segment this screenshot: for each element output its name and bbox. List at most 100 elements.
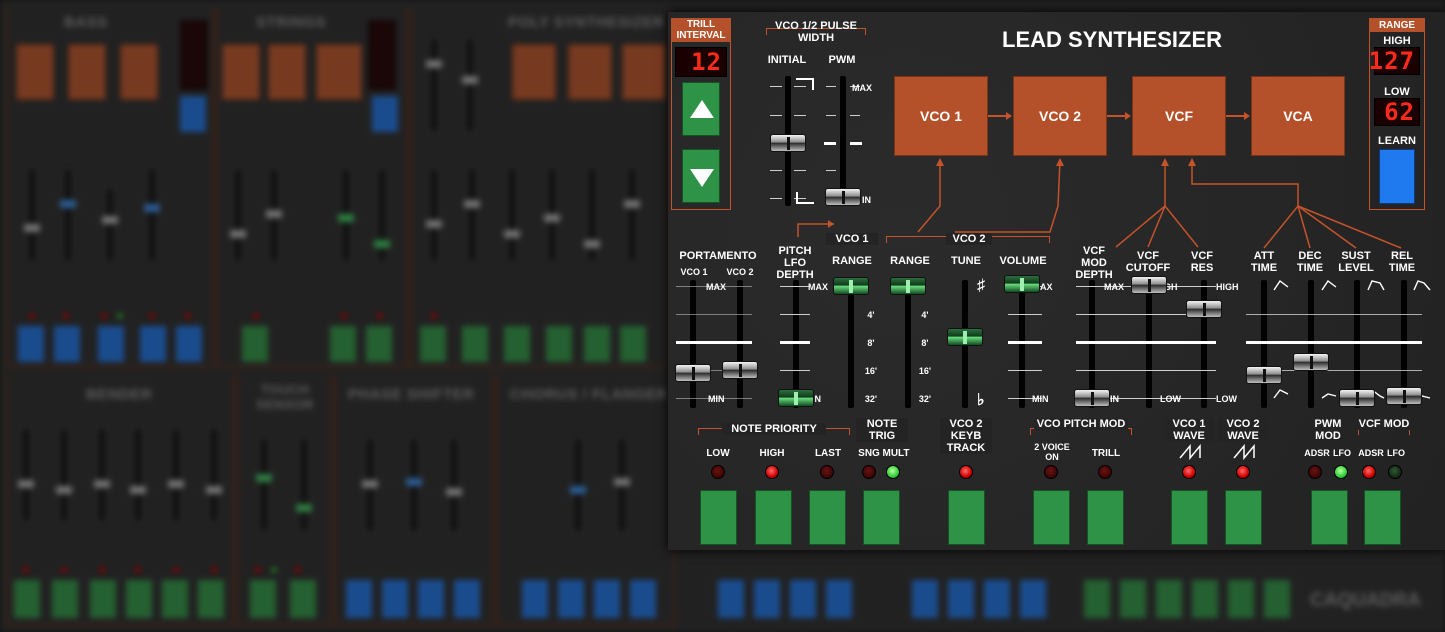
modulation-lines bbox=[797, 158, 1402, 249]
touch-header: TOUCH SENSOR bbox=[256, 382, 314, 412]
portamento-vco1-label: VCO 1 bbox=[680, 267, 708, 277]
pitch-trill-button[interactable] bbox=[1087, 490, 1124, 545]
dec-time-slider[interactable] bbox=[1293, 353, 1329, 371]
chorus-header: CHORUS / FLANGER bbox=[510, 386, 668, 403]
vco1-4ft-mark: 4' bbox=[867, 310, 875, 320]
res-low-mark: LOW bbox=[1216, 394, 1237, 404]
vcf-mod-depth-label: VCF MOD DEPTH bbox=[1075, 245, 1113, 281]
priority-last-led bbox=[820, 465, 834, 479]
caquadra-logo: CAQUADRA bbox=[1310, 590, 1421, 611]
volume-slider[interactable] bbox=[1004, 275, 1040, 293]
vcfmod-lfo-label: LFO bbox=[1387, 448, 1405, 458]
flat-icon: ♭ bbox=[977, 392, 985, 409]
two-voice-led bbox=[1044, 465, 1058, 479]
keyb-track-led bbox=[959, 465, 973, 479]
note-trig-mult-led bbox=[886, 465, 900, 479]
note-trig-button[interactable] bbox=[863, 490, 900, 545]
bg-orange-button bbox=[222, 44, 260, 100]
rel-time-slider[interactable] bbox=[1386, 387, 1422, 405]
vco1-wave-label: VCO 1 WAVE bbox=[1164, 418, 1214, 442]
portamento-label: PORTAMENTO bbox=[679, 250, 757, 262]
pwm-mod-label: PWM MOD bbox=[1302, 418, 1354, 442]
vcf-cutoff-label: VCF CUTOFF bbox=[1125, 250, 1171, 274]
bg-orange-button bbox=[120, 44, 158, 100]
bg-blue-button bbox=[372, 96, 398, 132]
res-high-mark: HIGH bbox=[1216, 282, 1239, 292]
att-time-label: ATT TIME bbox=[1250, 250, 1278, 274]
porta-min-mark: MIN bbox=[708, 394, 725, 404]
pwm-lfo-led bbox=[1334, 465, 1348, 479]
vco2-range-label: RANGE bbox=[890, 255, 930, 267]
pitch-lfo-depth-slider[interactable] bbox=[778, 389, 814, 407]
portamento-vco2-slider[interactable] bbox=[722, 361, 758, 379]
pwm-mod-button[interactable] bbox=[1311, 490, 1348, 545]
vco1-group-label: VCO 1 bbox=[826, 233, 878, 245]
vco2-wave-button[interactable] bbox=[1225, 490, 1262, 545]
portamento-vco1-slider[interactable] bbox=[675, 364, 711, 382]
vcf-mod-button[interactable] bbox=[1364, 490, 1401, 545]
vcfmod-adsr-led bbox=[1362, 465, 1376, 479]
vco2-tune-label: TUNE bbox=[951, 255, 981, 267]
vco2-tune-slider[interactable] bbox=[947, 328, 983, 346]
priority-high-label: HIGH bbox=[759, 448, 785, 459]
vco-pitch-mod-label: VCO PITCH MOD bbox=[1034, 418, 1128, 430]
pwm-adsr-label: ADSR bbox=[1304, 448, 1330, 458]
priority-low-button[interactable] bbox=[700, 490, 737, 545]
vco1-range-slider[interactable] bbox=[833, 277, 869, 295]
priority-low-label: LOW bbox=[706, 448, 730, 459]
porta-max-mark: MAX bbox=[706, 282, 726, 292]
vco2-wave-led bbox=[1236, 465, 1250, 479]
dec-time-label: DEC TIME bbox=[1296, 250, 1324, 274]
vcfmod-max-mark: MAX bbox=[1104, 282, 1124, 292]
bg-orange-button bbox=[316, 44, 362, 100]
vco1-16ft-mark: 16' bbox=[864, 366, 878, 376]
sust-level-label: SUST LEVEL bbox=[1338, 250, 1374, 274]
lead-synth-panel: LEAD SYNTHESIZER TRILL INTERVAL 12 RANGE… bbox=[668, 12, 1445, 550]
vco2-group-label: VCO 2 bbox=[946, 233, 992, 245]
bg-blue-button bbox=[180, 96, 206, 132]
pitch-trill-led bbox=[1098, 465, 1112, 479]
bg-orange-button bbox=[512, 44, 556, 100]
portamento-vco2-label: VCO 2 bbox=[726, 267, 754, 277]
strings-header: STRINGS bbox=[256, 14, 327, 31]
vco1-range-label: RANGE bbox=[832, 255, 872, 267]
phase-header: PHASE SHIFTER bbox=[348, 386, 475, 403]
pwm-lfo-label: LFO bbox=[1333, 448, 1351, 458]
keyb-track-button[interactable] bbox=[948, 490, 985, 545]
bg-display bbox=[368, 20, 396, 90]
priority-last-button[interactable] bbox=[809, 490, 846, 545]
bg-display bbox=[180, 20, 208, 90]
vco2-keyb-track-label: VCO 2 KEYB TRACK bbox=[940, 418, 992, 454]
vcfmod-adsr-label: ADSR bbox=[1358, 448, 1384, 458]
vco2-8ft-mark: 8' bbox=[921, 338, 929, 348]
note-trig-label: NOTE TRIG bbox=[856, 418, 908, 442]
sharp-icon: ♯ bbox=[977, 277, 985, 294]
vco1-wave-led bbox=[1182, 465, 1196, 479]
sust-level-slider[interactable] bbox=[1339, 389, 1375, 407]
vco2-range-slider[interactable] bbox=[890, 277, 926, 295]
vco1-32ft-mark: 32' bbox=[864, 394, 878, 404]
vcf-cutoff-slider[interactable] bbox=[1131, 276, 1167, 294]
bg-orange-button bbox=[68, 44, 106, 100]
bass-header: BASS bbox=[64, 14, 108, 31]
vco2-32ft-mark: 32' bbox=[918, 394, 932, 404]
vcf-mod-depth-slider[interactable] bbox=[1074, 389, 1110, 407]
bender-header: BENDER bbox=[86, 386, 153, 403]
vco1-wave-button[interactable] bbox=[1171, 490, 1208, 545]
priority-last-label: LAST bbox=[814, 448, 842, 459]
priority-high-led bbox=[765, 465, 779, 479]
two-voice-button[interactable] bbox=[1033, 490, 1070, 545]
volume-label: VOLUME bbox=[999, 255, 1047, 267]
pitch-lfo-max-mark: MAX bbox=[808, 282, 828, 292]
pwm-adsr-led bbox=[1308, 465, 1322, 479]
bg-orange-button bbox=[268, 44, 306, 100]
vco2-16ft-mark: 16' bbox=[918, 366, 932, 376]
vcf-res-label: VCF RES bbox=[1190, 250, 1214, 274]
rel-time-label: REL TIME bbox=[1388, 250, 1416, 274]
note-trig-mult-label: MULT bbox=[882, 448, 910, 459]
pitch-mod-trill-label: TRILL bbox=[1091, 448, 1121, 459]
priority-high-button[interactable] bbox=[755, 490, 792, 545]
vcf-mod-label: VCF MOD bbox=[1358, 418, 1410, 430]
att-time-slider[interactable] bbox=[1246, 366, 1282, 384]
vcf-res-slider[interactable] bbox=[1186, 300, 1222, 318]
